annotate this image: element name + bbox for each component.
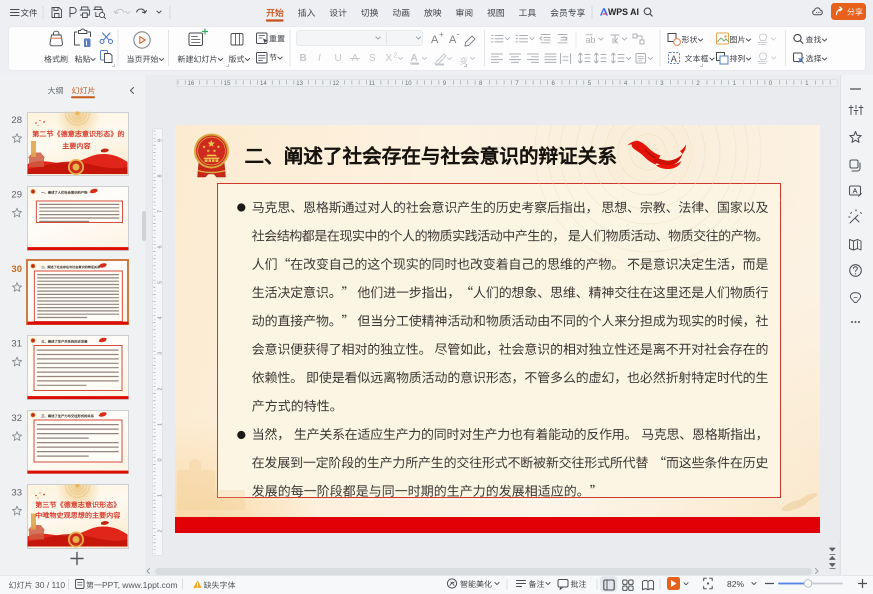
svg-text:4: 4	[624, 81, 628, 87]
svg-text:8: 8	[158, 174, 164, 177]
svg-text:3: 3	[660, 81, 664, 87]
svg-text:WPS AI: WPS AI	[608, 7, 639, 17]
svg-text:3: 3	[158, 352, 164, 355]
svg-text:1: 1	[733, 81, 737, 87]
svg-text:10: 10	[405, 81, 412, 87]
svg-text:A: A	[671, 54, 677, 64]
svg-text:1: 1	[805, 81, 809, 87]
svg-text:13: 13	[296, 81, 303, 87]
svg-text:15: 15	[224, 81, 231, 87]
svg-text:6: 6	[552, 81, 556, 87]
svg-text:7: 7	[515, 81, 519, 87]
svg-text:A: A	[431, 34, 439, 46]
svg-text:16: 16	[188, 81, 195, 87]
svg-text:S: S	[369, 53, 376, 64]
svg-text:2: 2	[158, 387, 164, 390]
svg-text:A: A	[411, 53, 418, 64]
svg-text:14: 14	[260, 81, 267, 87]
svg-text:32: 32	[11, 413, 22, 424]
svg-text:1: 1	[158, 423, 164, 426]
svg-text:11: 11	[369, 81, 376, 87]
svg-text:9: 9	[443, 81, 447, 87]
svg-text:29: 29	[11, 190, 22, 201]
svg-text:2: 2	[696, 81, 700, 87]
svg-text:0: 0	[158, 458, 164, 461]
svg-text:82%: 82%	[727, 579, 744, 589]
svg-text:I: I	[318, 53, 321, 64]
svg-text:5: 5	[158, 281, 164, 284]
svg-text:4: 4	[158, 316, 164, 319]
svg-text:+: +	[439, 30, 444, 39]
svg-text:-: -	[457, 29, 460, 39]
svg-text:9: 9	[158, 139, 164, 142]
svg-text:X: X	[386, 53, 393, 64]
svg-text:33: 33	[11, 488, 22, 499]
svg-text:30: 30	[11, 264, 22, 275]
svg-text:6: 6	[158, 245, 164, 248]
svg-text:PPT, www.1ppt.com: PPT, www.1ppt.com	[102, 580, 178, 590]
svg-text:2: 2	[158, 529, 164, 532]
svg-text:2: 2	[394, 53, 398, 60]
svg-text:1: 1	[158, 494, 164, 497]
svg-text:30 / 110: 30 / 110	[35, 580, 65, 590]
svg-text:12: 12	[332, 81, 339, 87]
svg-text:U: U	[335, 53, 342, 64]
svg-text:5: 5	[588, 81, 592, 87]
svg-text:8: 8	[479, 81, 483, 87]
svg-text:0: 0	[769, 81, 773, 87]
svg-text:ab: ab	[586, 35, 596, 45]
svg-text:B: B	[300, 53, 307, 64]
svg-text:7: 7	[158, 210, 164, 213]
svg-text:28: 28	[11, 115, 22, 126]
svg-text:31: 31	[11, 339, 22, 350]
